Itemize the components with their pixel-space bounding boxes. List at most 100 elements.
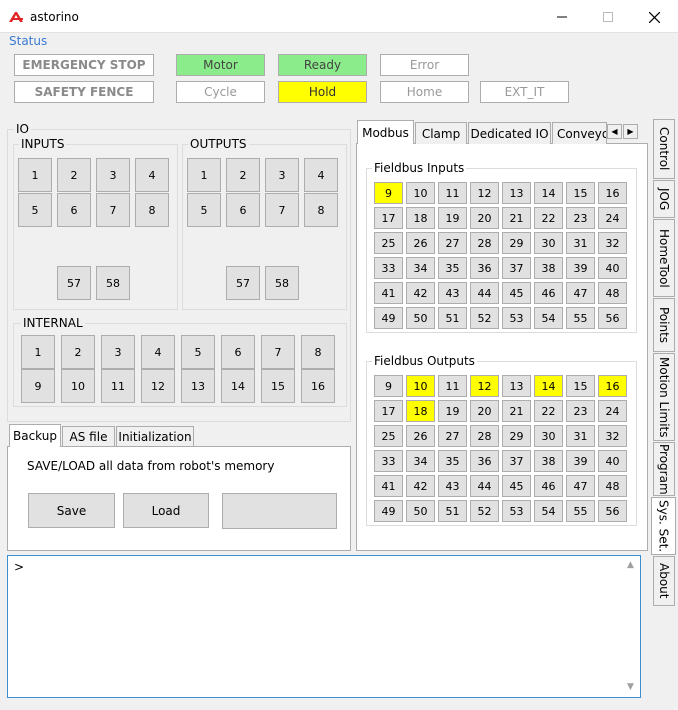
fieldbus-input-button[interactable]: 22 xyxy=(534,207,563,229)
fieldbus-output-button[interactable]: 20 xyxy=(470,400,499,422)
fieldbus-input-button[interactable]: 54 xyxy=(534,307,563,329)
fieldbus-output-button[interactable]: 18 xyxy=(406,400,435,422)
tab-scroll-left-icon[interactable]: ◀ xyxy=(607,124,622,139)
internal-button[interactable]: 9 xyxy=(21,369,55,403)
fieldbus-input-button[interactable]: 43 xyxy=(438,282,467,304)
fieldbus-output-button[interactable]: 36 xyxy=(470,450,499,472)
fieldbus-output-button[interactable]: 39 xyxy=(566,450,595,472)
internal-button[interactable]: 11 xyxy=(101,369,135,403)
input-button[interactable]: 6 xyxy=(57,193,91,227)
tab-dedicated-io[interactable]: Dedicated IO xyxy=(468,122,551,144)
fieldbus-input-button[interactable]: 29 xyxy=(502,232,531,254)
fieldbus-input-button[interactable]: 52 xyxy=(470,307,499,329)
fieldbus-input-button[interactable]: 26 xyxy=(406,232,435,254)
fieldbus-input-button[interactable]: 41 xyxy=(374,282,403,304)
fieldbus-output-button[interactable]: 40 xyxy=(598,450,627,472)
input-button[interactable]: 5 xyxy=(18,193,52,227)
fieldbus-output-button[interactable]: 37 xyxy=(502,450,531,472)
side-tab-hometool[interactable]: HomeTool xyxy=(653,219,675,297)
internal-button[interactable]: 7 xyxy=(261,335,295,369)
load-button[interactable]: Load xyxy=(123,493,209,528)
side-tab-motion-limits[interactable]: Motion Limits xyxy=(653,353,675,441)
input-button[interactable]: 4 xyxy=(135,158,169,192)
fieldbus-input-button[interactable]: 47 xyxy=(566,282,595,304)
fieldbus-output-button[interactable]: 42 xyxy=(406,475,435,497)
output-button[interactable]: 57 xyxy=(226,266,260,300)
fieldbus-input-button[interactable]: 21 xyxy=(502,207,531,229)
input-button[interactable]: 2 xyxy=(57,158,91,192)
fieldbus-output-button[interactable]: 17 xyxy=(374,400,403,422)
internal-button[interactable]: 2 xyxy=(61,335,95,369)
internal-button[interactable]: 14 xyxy=(221,369,255,403)
fieldbus-output-button[interactable]: 28 xyxy=(470,425,499,447)
fieldbus-input-button[interactable]: 15 xyxy=(566,182,595,204)
input-button[interactable]: 58 xyxy=(96,266,130,300)
fieldbus-input-button[interactable]: 28 xyxy=(470,232,499,254)
fieldbus-output-button[interactable]: 55 xyxy=(566,500,595,522)
fieldbus-input-button[interactable]: 37 xyxy=(502,257,531,279)
fieldbus-output-button[interactable]: 27 xyxy=(438,425,467,447)
internal-button[interactable]: 8 xyxy=(301,335,335,369)
fieldbus-input-button[interactable]: 20 xyxy=(470,207,499,229)
fieldbus-output-button[interactable]: 26 xyxy=(406,425,435,447)
internal-button[interactable]: 13 xyxy=(181,369,215,403)
fieldbus-output-button[interactable]: 48 xyxy=(598,475,627,497)
fieldbus-output-button[interactable]: 44 xyxy=(470,475,499,497)
fieldbus-input-button[interactable]: 55 xyxy=(566,307,595,329)
side-tab-about[interactable]: About xyxy=(653,556,675,606)
output-button[interactable]: 58 xyxy=(265,266,299,300)
fieldbus-output-button[interactable]: 46 xyxy=(534,475,563,497)
fieldbus-input-button[interactable]: 46 xyxy=(534,282,563,304)
fieldbus-output-button[interactable]: 9 xyxy=(374,375,403,397)
fieldbus-input-button[interactable]: 39 xyxy=(566,257,595,279)
input-button[interactable]: 3 xyxy=(96,158,130,192)
console-scrollbar[interactable]: ▲ ▼ xyxy=(624,556,640,697)
input-button[interactable]: 7 xyxy=(96,193,130,227)
fieldbus-output-button[interactable]: 31 xyxy=(566,425,595,447)
internal-button[interactable]: 6 xyxy=(221,335,255,369)
fieldbus-input-button[interactable]: 9 xyxy=(374,182,403,204)
fieldbus-output-button[interactable]: 45 xyxy=(502,475,531,497)
fieldbus-input-button[interactable]: 18 xyxy=(406,207,435,229)
fieldbus-input-button[interactable]: 16 xyxy=(598,182,627,204)
fieldbus-input-button[interactable]: 25 xyxy=(374,232,403,254)
fieldbus-input-button[interactable]: 50 xyxy=(406,307,435,329)
tab-backup[interactable]: Backup xyxy=(9,424,61,447)
tab-conveyor[interactable]: Conveyo xyxy=(552,122,607,144)
fieldbus-input-button[interactable]: 30 xyxy=(534,232,563,254)
output-button[interactable]: 8 xyxy=(304,193,338,227)
internal-button[interactable]: 1 xyxy=(21,335,55,369)
fieldbus-input-button[interactable]: 24 xyxy=(598,207,627,229)
fieldbus-input-button[interactable]: 45 xyxy=(502,282,531,304)
fieldbus-output-button[interactable]: 14 xyxy=(534,375,563,397)
fieldbus-input-button[interactable]: 23 xyxy=(566,207,595,229)
fieldbus-input-button[interactable]: 34 xyxy=(406,257,435,279)
output-button[interactable]: 3 xyxy=(265,158,299,192)
input-button[interactable]: 1 xyxy=(18,158,52,192)
fieldbus-input-button[interactable]: 35 xyxy=(438,257,467,279)
fieldbus-output-button[interactable]: 10 xyxy=(406,375,435,397)
side-tab-sys-set[interactable]: Sys. Set. xyxy=(651,497,676,555)
fieldbus-output-button[interactable]: 23 xyxy=(566,400,595,422)
fieldbus-input-button[interactable]: 13 xyxy=(502,182,531,204)
internal-button[interactable]: 4 xyxy=(141,335,175,369)
internal-button[interactable]: 16 xyxy=(301,369,335,403)
side-tab-jog[interactable]: JOG xyxy=(653,180,675,218)
fieldbus-output-button[interactable]: 54 xyxy=(534,500,563,522)
output-button[interactable]: 2 xyxy=(226,158,260,192)
fieldbus-input-button[interactable]: 14 xyxy=(534,182,563,204)
fieldbus-input-button[interactable]: 48 xyxy=(598,282,627,304)
output-button[interactable]: 7 xyxy=(265,193,299,227)
fieldbus-output-button[interactable]: 43 xyxy=(438,475,467,497)
fieldbus-output-button[interactable]: 12 xyxy=(470,375,499,397)
fieldbus-output-button[interactable]: 49 xyxy=(374,500,403,522)
internal-button[interactable]: 3 xyxy=(101,335,135,369)
fieldbus-output-button[interactable]: 24 xyxy=(598,400,627,422)
fieldbus-input-button[interactable]: 19 xyxy=(438,207,467,229)
internal-button[interactable]: 12 xyxy=(141,369,175,403)
minimize-icon[interactable] xyxy=(540,4,584,30)
fieldbus-input-button[interactable]: 10 xyxy=(406,182,435,204)
input-button[interactable]: 57 xyxy=(57,266,91,300)
internal-button[interactable]: 10 xyxy=(61,369,95,403)
fieldbus-output-button[interactable]: 15 xyxy=(566,375,595,397)
